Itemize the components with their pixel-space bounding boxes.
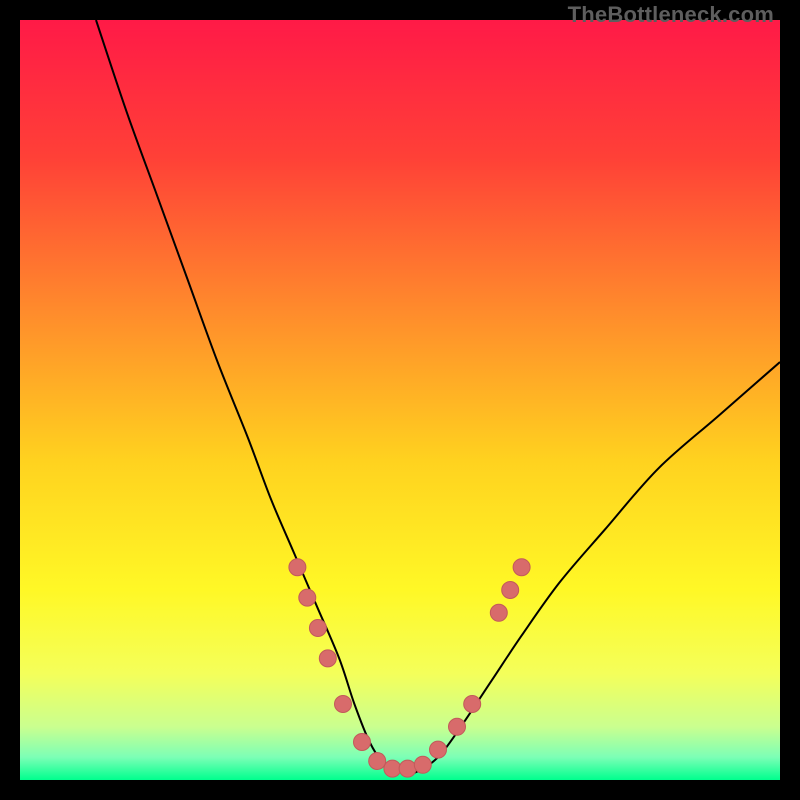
curve-marker	[399, 760, 416, 777]
curve-markers	[289, 559, 530, 777]
curve-marker	[414, 756, 431, 773]
curve-marker	[490, 604, 507, 621]
curve-marker	[384, 760, 401, 777]
curve-marker	[319, 650, 336, 667]
curve-marker	[502, 582, 519, 599]
curve-marker	[369, 753, 386, 770]
curve-marker	[309, 620, 326, 637]
curve-marker	[513, 559, 530, 576]
chart-frame	[20, 20, 780, 780]
curve-marker	[430, 741, 447, 758]
curve-marker	[299, 589, 316, 606]
curve-marker	[464, 696, 481, 713]
curve-marker	[289, 559, 306, 576]
curve-marker	[354, 734, 371, 751]
curve-marker	[449, 718, 466, 735]
watermark-text: TheBottleneck.com	[568, 2, 774, 28]
curve-marker	[335, 696, 352, 713]
bottleneck-curve	[20, 20, 780, 780]
